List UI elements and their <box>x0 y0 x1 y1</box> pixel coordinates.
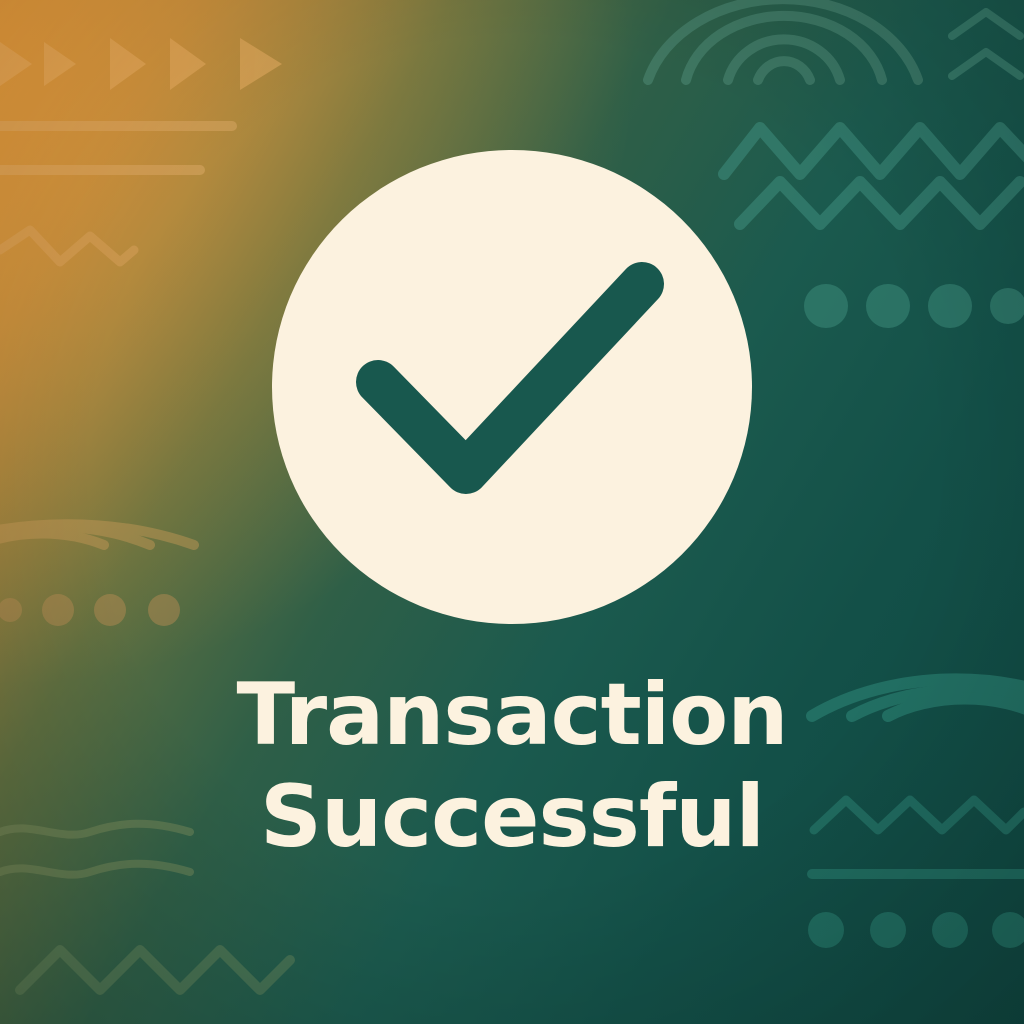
success-badge <box>272 150 752 624</box>
concentric-arcs-pattern-left <box>0 519 199 550</box>
triangle-arrows-pattern <box>0 38 282 90</box>
status-title-line-2: Successful <box>260 767 765 867</box>
horizontal-bars-pattern <box>0 121 237 175</box>
success-screen: Transaction Successful <box>0 0 1024 1024</box>
zigzag-pattern-bottom-left <box>15 945 295 995</box>
zigzag-pattern-left <box>0 225 139 267</box>
dots-pattern-left <box>0 594 180 626</box>
dots-pattern-right <box>804 284 1024 328</box>
check-icon <box>356 262 664 494</box>
status-title-line-1: Transaction <box>236 665 789 765</box>
status-title: Transaction Successful <box>112 664 912 868</box>
zigzag-pattern-right <box>718 122 1024 230</box>
dots-pattern-bottom-right <box>808 912 1024 948</box>
concentric-arcs-pattern-top-right <box>643 0 923 85</box>
chevron-pattern-top-right <box>948 8 1024 80</box>
